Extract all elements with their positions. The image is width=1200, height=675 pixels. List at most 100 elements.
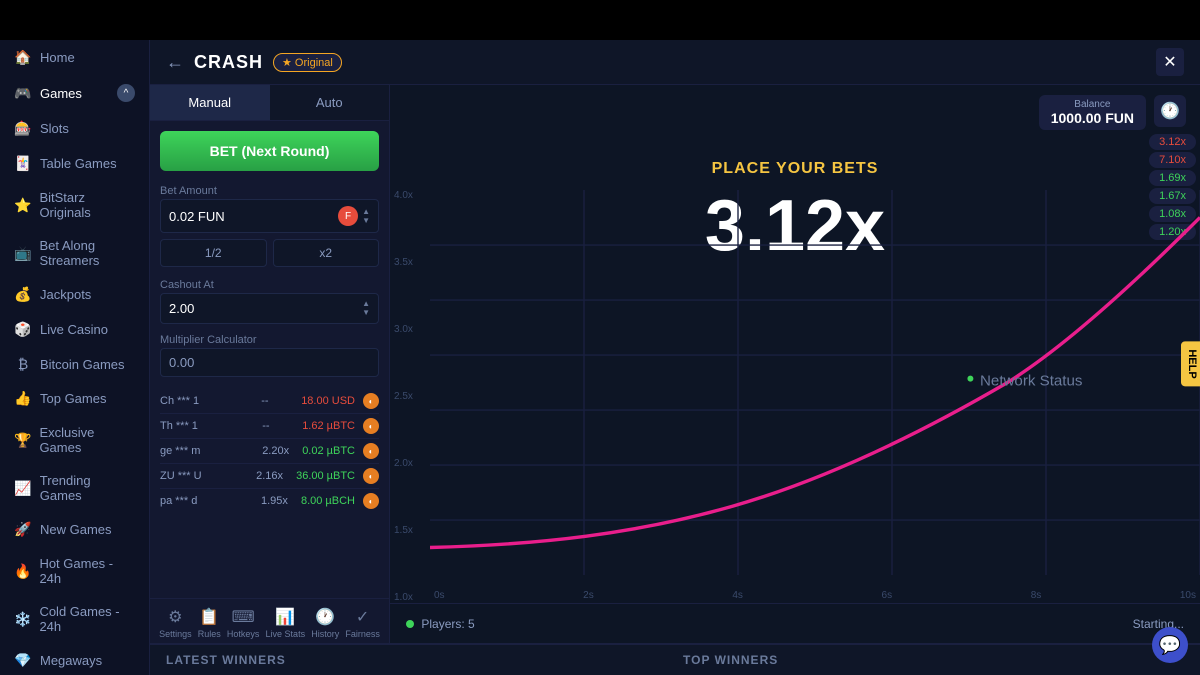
bet-button[interactable]: BET (Next Round) bbox=[160, 131, 379, 171]
help-button[interactable]: HELP bbox=[1181, 341, 1200, 386]
sidebar-item-bitstarz-originals[interactable]: ⭐ BitStarz Originals bbox=[0, 181, 149, 229]
cashout-input[interactable]: 2.00 ▲ ▼ bbox=[160, 293, 379, 324]
sidebar-item-jackpots[interactable]: 💰 Jackpots bbox=[0, 277, 149, 312]
x-axis-label: 6s bbox=[882, 590, 893, 601]
live-stats-icon: 📊 bbox=[275, 607, 295, 627]
sidebar-item-trending-games[interactable]: 📈 Trending Games bbox=[0, 464, 149, 512]
toolbar-rules[interactable]: 📋 Rules bbox=[198, 607, 221, 639]
bet-amount-value: 0.02 FUN bbox=[169, 209, 338, 224]
jackpots-icon: 💰 bbox=[14, 286, 32, 303]
top-winners-section: TOP WINNERS bbox=[683, 653, 1184, 667]
amount-up-arrow[interactable]: ▲ bbox=[362, 208, 370, 216]
bitstarz-originals-icon: ⭐ bbox=[14, 197, 31, 214]
sidebar-badge-games: ^ bbox=[117, 84, 135, 102]
toolbar-fairness[interactable]: ✓ Fairness bbox=[345, 607, 380, 639]
top-winners-title: TOP WINNERS bbox=[683, 653, 1184, 667]
bet-row: Ch *** 1 -- 18.00 USD ◐ bbox=[160, 389, 379, 414]
tab-auto[interactable]: Auto bbox=[270, 85, 390, 120]
exclusive-games-icon: 🏆 bbox=[14, 432, 31, 449]
close-button[interactable]: ✕ bbox=[1156, 48, 1184, 76]
bet-multiplier: -- bbox=[262, 420, 298, 432]
bet-user: Th *** 1 bbox=[160, 420, 258, 432]
sidebar-label-table-games: Table Games bbox=[40, 156, 117, 171]
sidebar-item-games[interactable]: 🎮 Games ^ bbox=[0, 75, 149, 111]
sidebar-item-hot-games[interactable]: 🔥 Hot Games - 24h bbox=[0, 547, 149, 595]
y-axis-label: 3.5x bbox=[394, 257, 413, 268]
bet-amount: 8.00 µBCH bbox=[301, 495, 355, 507]
cashout-up-arrow[interactable]: ▲ bbox=[362, 300, 370, 308]
balance-box: Balance 1000.00 FUN bbox=[1039, 95, 1146, 130]
bet-table: Ch *** 1 -- 18.00 USD ◐ Th *** 1 -- 1.62… bbox=[160, 389, 379, 513]
fairness-icon: ✓ bbox=[356, 607, 369, 627]
balance-label: Balance bbox=[1051, 99, 1134, 110]
trending-games-icon: 📈 bbox=[14, 480, 32, 497]
bitcoin-games-icon: ₿ bbox=[14, 356, 32, 372]
sidebar-label-megaways: Megaways bbox=[40, 653, 102, 668]
bet-along-icon: 📺 bbox=[14, 245, 31, 262]
sidebar-label-new-games: New Games bbox=[40, 522, 112, 537]
sidebar-item-new-games[interactable]: 🚀 New Games bbox=[0, 512, 149, 547]
toolbar-history[interactable]: 🕐 History bbox=[311, 607, 339, 639]
content: ← CRASH ★ Original ✕ Manual Auto BET (Ne… bbox=[150, 40, 1200, 675]
toolbar-live-stats[interactable]: 📊 Live Stats bbox=[266, 607, 306, 639]
crash-panel: Balance 1000.00 FUN 🕐 3.12x7.10x1.69x1.6… bbox=[390, 85, 1200, 643]
bet-amount: 18.00 USD bbox=[301, 395, 355, 407]
hotkeys-icon: ⌨ bbox=[232, 607, 255, 627]
chart-footer: Players: 5 Starting... bbox=[390, 603, 1200, 643]
cashout-label: Cashout At bbox=[150, 275, 389, 293]
x-axis-label: 8s bbox=[1031, 590, 1042, 601]
slots-icon: 🎰 bbox=[14, 120, 32, 137]
sidebar-item-live-casino[interactable]: 🎲 Live Casino bbox=[0, 312, 149, 347]
rules-label: Rules bbox=[198, 629, 221, 639]
sidebar-item-table-games[interactable]: 🃏 Table Games bbox=[0, 146, 149, 181]
cashout-stepper[interactable]: ▲ ▼ bbox=[362, 300, 370, 317]
back-button[interactable]: ← bbox=[166, 52, 184, 73]
bet-amount: 0.02 µBTC bbox=[302, 445, 355, 457]
toolbar-settings[interactable]: ⚙ Settings bbox=[159, 607, 192, 639]
sidebar-item-megaways[interactable]: 💎 Megaways bbox=[0, 643, 149, 675]
chat-button[interactable]: 💬 bbox=[1152, 627, 1188, 663]
history-button[interactable]: 🕐 bbox=[1154, 95, 1186, 127]
rules-icon: 📋 bbox=[199, 607, 219, 627]
cold-games-icon: ❄️ bbox=[14, 611, 31, 628]
y-axis-label: 2.0x bbox=[394, 458, 413, 469]
players-dot bbox=[406, 620, 414, 628]
sidebar-item-cold-games[interactable]: ❄️ Cold Games - 24h bbox=[0, 595, 149, 643]
tab-manual[interactable]: Manual bbox=[150, 85, 270, 120]
sidebar-label-games: Games bbox=[40, 86, 82, 101]
bottom-sections: LATEST WINNERS TOP WINNERS bbox=[150, 643, 1200, 675]
main-layout: 🏠 Home 🎮 Games ^ 🎰 Slots 🃏 Table Games ⭐… bbox=[0, 40, 1200, 675]
tab-row: Manual Auto bbox=[150, 85, 389, 121]
double-button[interactable]: x2 bbox=[273, 239, 380, 267]
half-button[interactable]: 1/2 bbox=[160, 239, 267, 267]
live-stats-label: Live Stats bbox=[266, 629, 306, 639]
x-axis-label: 2s bbox=[583, 590, 594, 601]
settings-icon: ⚙ bbox=[168, 607, 182, 627]
bet-row: ge *** m 2.20x 0.02 µBTC ◐ bbox=[160, 439, 379, 464]
sidebar-item-bet-along[interactable]: 📺 Bet Along Streamers bbox=[0, 229, 149, 277]
sidebar-item-exclusive-games[interactable]: 🏆 Exclusive Games bbox=[0, 416, 149, 464]
sidebar-label-jackpots: Jackpots bbox=[40, 287, 91, 302]
sidebar-item-bitcoin-games[interactable]: ₿ Bitcoin Games bbox=[0, 347, 149, 381]
bet-multiplier: 2.20x bbox=[262, 445, 298, 457]
sidebar-item-home[interactable]: 🏠 Home bbox=[0, 40, 149, 75]
fairness-label: Fairness bbox=[345, 629, 380, 639]
game-title: CRASH bbox=[194, 52, 263, 73]
players-info: Players: 5 bbox=[406, 617, 475, 631]
cashout-down-arrow[interactable]: ▼ bbox=[362, 309, 370, 317]
user-avatar: ◐ bbox=[363, 468, 379, 484]
sidebar-item-slots[interactable]: 🎰 Slots bbox=[0, 111, 149, 146]
home-icon: 🏠 bbox=[14, 49, 32, 66]
amount-down-arrow[interactable]: ▼ bbox=[362, 217, 370, 225]
amount-stepper[interactable]: ▲ ▼ bbox=[362, 208, 370, 225]
toolbar-hotkeys[interactable]: ⌨ Hotkeys bbox=[227, 607, 260, 639]
live-casino-icon: 🎲 bbox=[14, 321, 32, 338]
bet-amount-input[interactable]: 0.02 FUN F ▲ ▼ bbox=[160, 199, 379, 233]
multiplier-input[interactable]: 0.00 bbox=[160, 348, 379, 377]
cashout-value: 2.00 bbox=[169, 301, 362, 316]
bottom-toolbar: ⚙ Settings 📋 Rules ⌨ Hotkeys 📊 Live Stat… bbox=[150, 598, 389, 643]
sidebar-item-top-games[interactable]: 👍 Top Games bbox=[0, 381, 149, 416]
multiplier-chip: 3.12x bbox=[1149, 134, 1196, 150]
settings-label: Settings bbox=[159, 629, 192, 639]
sidebar-label-bitcoin-games: Bitcoin Games bbox=[40, 357, 125, 372]
